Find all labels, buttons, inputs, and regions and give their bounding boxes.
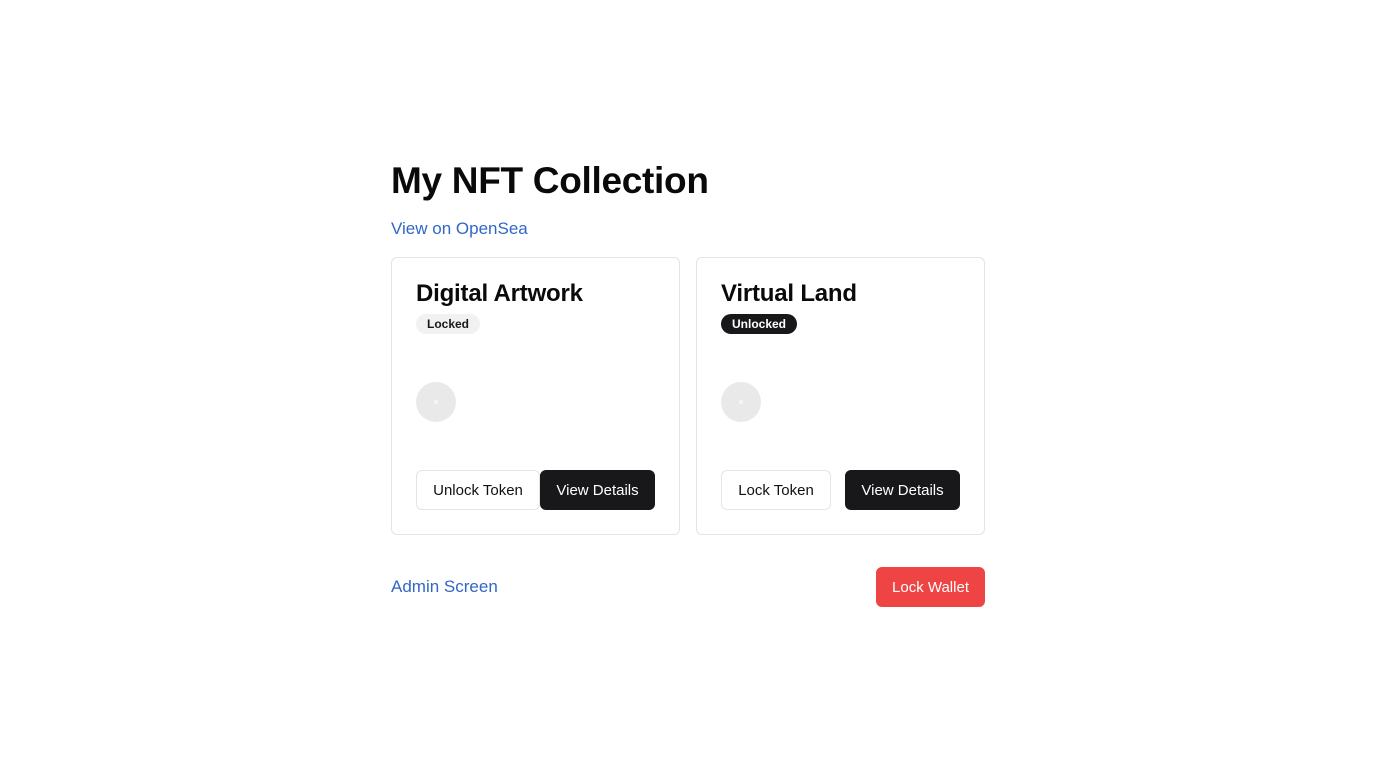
image-placeholder-icon [739,400,743,404]
status-badge-unlocked: Unlocked [721,314,798,334]
nft-card: Virtual Land Unlocked Lock Token View De… [696,257,985,535]
nft-image-placeholder [721,382,761,422]
nft-card-title: Virtual Land [721,280,857,307]
card-actions: Lock Token View Details [721,470,960,510]
lock-wallet-button[interactable]: Lock Wallet [876,567,985,607]
page-title: My NFT Collection [391,160,709,201]
view-on-opensea-link[interactable]: View on OpenSea [391,218,528,240]
status-badge-locked: Locked [416,314,481,334]
view-details-button[interactable]: View Details [540,470,655,510]
lock-token-button[interactable]: Lock Token [721,470,831,510]
view-details-button[interactable]: View Details [845,470,960,510]
unlock-token-button[interactable]: Unlock Token [416,470,540,510]
nft-card-grid: Digital Artwork Locked Unlock Token View… [391,257,985,535]
nft-card: Digital Artwork Locked Unlock Token View… [391,257,680,535]
main-container: My NFT Collection View on OpenSea Digita… [391,156,985,607]
nft-card-title: Digital Artwork [416,280,583,307]
nft-image-placeholder [416,382,456,422]
admin-screen-link[interactable]: Admin Screen [391,576,498,598]
card-actions: Unlock Token View Details [416,470,655,510]
image-placeholder-icon [434,400,438,404]
footer-bar: Admin Screen Lock Wallet [391,567,985,607]
